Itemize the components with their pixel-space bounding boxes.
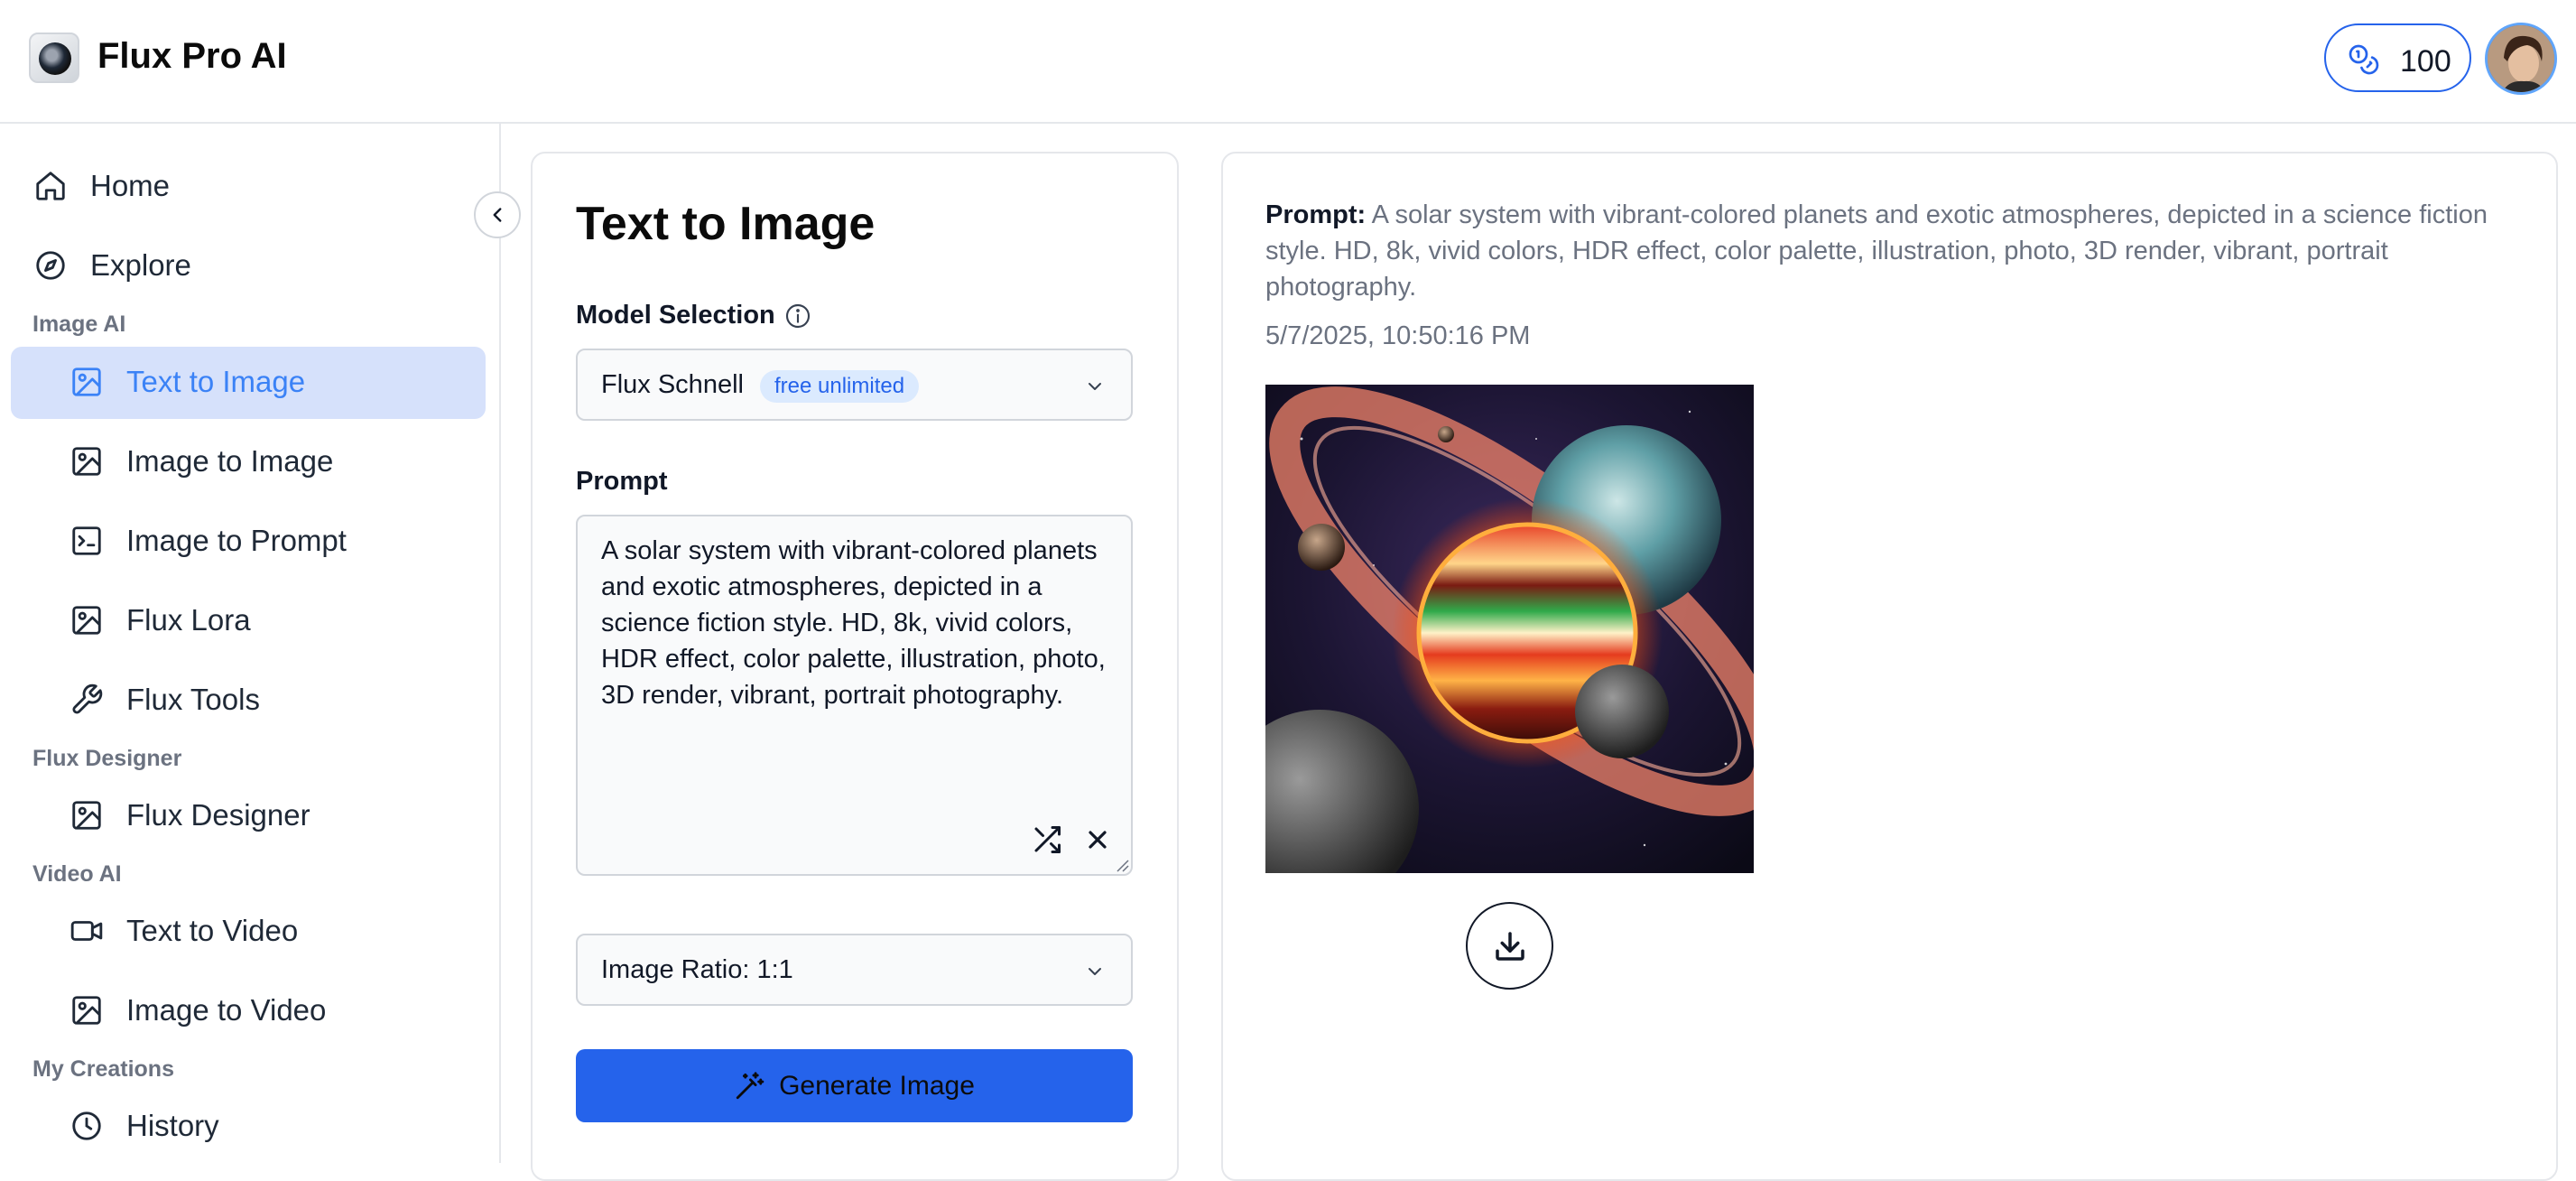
model-select-value: Flux Schnell (601, 370, 744, 399)
sidebar-item-label: Text to Video (126, 914, 299, 947)
sidebar-item-label: History (126, 1109, 219, 1142)
image-ratio-select[interactable]: Image Ratio: 1:1 (576, 934, 1133, 1006)
home-icon (32, 168, 69, 204)
sidebar-item-text-to-video[interactable]: Text to Video (69, 913, 298, 949)
clock-icon (69, 1108, 105, 1144)
sidebar-item-history[interactable]: History (69, 1108, 219, 1144)
sidebar-item-label: Flux Lora (126, 603, 251, 637)
video-icon (69, 913, 105, 949)
coins-icon (2348, 43, 2380, 76)
sidebar-item-label: Image to Video (126, 993, 327, 1027)
sidebar-item-label: Flux Tools (126, 683, 260, 716)
terminal-icon (69, 523, 105, 559)
generate-image-button[interactable]: Generate Image (576, 1049, 1133, 1122)
image-icon (69, 797, 105, 833)
user-avatar[interactable] (2485, 23, 2557, 95)
credits-count: 100 (2400, 44, 2451, 79)
image-icon (69, 602, 105, 638)
page-title: Text to Image (576, 198, 876, 250)
result-prompt-text: A solar system with vibrant-colored plan… (1265, 200, 2488, 302)
free-unlimited-badge: free unlimited (760, 370, 920, 403)
sidebar-item-flux-lora[interactable]: Flux Lora (69, 602, 251, 638)
sidebar-item-image-to-video[interactable]: Image to Video (69, 992, 326, 1028)
sidebar-item-explore[interactable]: Explore (32, 247, 191, 284)
wrench-icon (69, 682, 105, 718)
chevron-down-icon (1084, 961, 1106, 982)
download-icon (1495, 931, 1524, 961)
sidebar-item-label: Image to Image (126, 444, 334, 478)
top-header: Flux Pro AI 100 (0, 0, 2576, 124)
result-prompt-label: Prompt: (1265, 200, 1367, 229)
result-timestamp: 5/7/2025, 10:50:16 PM (1265, 321, 1531, 350)
app-logo[interactable] (29, 33, 79, 83)
section-label-image-ai: Image AI (32, 312, 126, 337)
model-select[interactable]: Flux Schnell free unlimited (576, 349, 1133, 421)
info-icon[interactable] (783, 302, 812, 330)
download-button[interactable] (1466, 902, 1553, 990)
magic-wand-icon (734, 1071, 764, 1102)
generated-image[interactable] (1265, 385, 1754, 873)
sidebar-item-label: Home (90, 169, 171, 202)
chevron-down-icon (1084, 376, 1106, 397)
prompt-text: A solar system with vibrant-colored plan… (601, 536, 1106, 710)
shuffle-icon[interactable] (1031, 823, 1063, 856)
brand-name[interactable]: Flux Pro AI (97, 36, 287, 77)
chevron-left-icon (493, 208, 502, 222)
sidebar-item-flux-designer[interactable]: Flux Designer (69, 797, 310, 833)
sidebar-item-label: Flux Designer (126, 798, 310, 832)
image-ratio-value: Image Ratio: 1:1 (601, 955, 793, 984)
section-label-my-creations: My Creations (32, 1056, 174, 1082)
collapse-sidebar-button[interactable] (474, 191, 521, 238)
sidebar-item-label: Text to Image (126, 365, 306, 398)
generate-image-label: Generate Image (779, 1070, 975, 1101)
sidebar-item-text-to-image[interactable]: Text to Image (69, 364, 305, 400)
sidebar-item-label: Explore (90, 248, 191, 282)
result-prompt: Prompt: A solar system with vibrant-colo… (1265, 197, 2525, 305)
credits-button[interactable]: 100 (2324, 23, 2471, 92)
section-label-flux-designer: Flux Designer (32, 746, 182, 771)
prompt-label: Prompt (576, 467, 668, 496)
compass-icon (32, 247, 69, 284)
image-icon (69, 364, 105, 400)
section-label-video-ai: Video AI (32, 861, 122, 887)
resize-handle-icon[interactable] (1113, 856, 1129, 872)
prompt-textarea[interactable]: A solar system with vibrant-colored plan… (576, 515, 1133, 876)
clear-icon[interactable] (1083, 825, 1112, 854)
image-icon (69, 443, 105, 479)
sidebar-item-flux-tools[interactable]: Flux Tools (69, 682, 260, 718)
sidebar-item-home[interactable]: Home (32, 168, 170, 204)
model-selection-label: Model Selection (576, 301, 775, 330)
sidebar-item-label: Image to Prompt (126, 524, 347, 557)
sidebar-item-image-to-prompt[interactable]: Image to Prompt (69, 523, 347, 559)
image-icon (69, 992, 105, 1028)
sidebar-item-image-to-image[interactable]: Image to Image (69, 443, 333, 479)
